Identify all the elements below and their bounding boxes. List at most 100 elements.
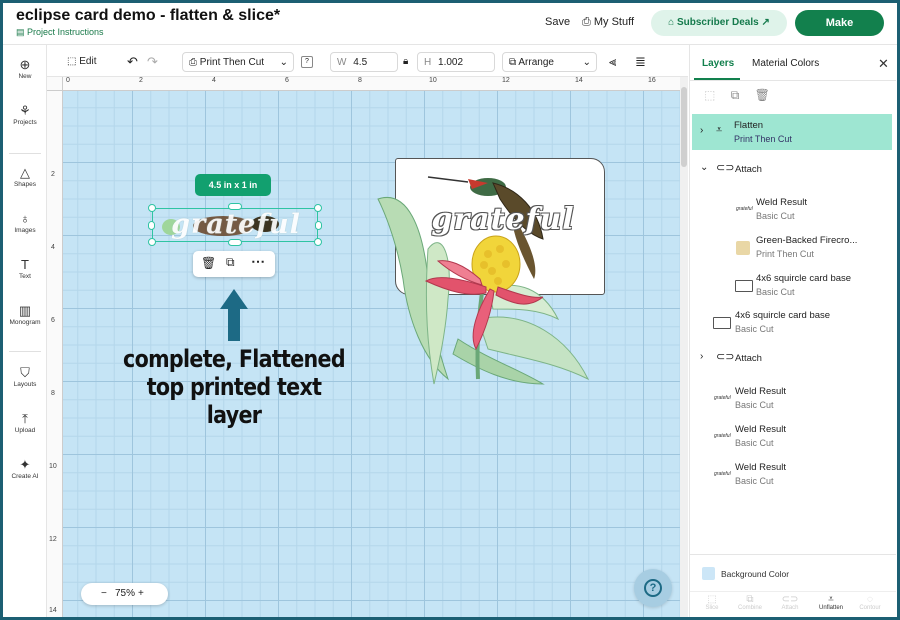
arrange-select[interactable]: ⧉ Arrange ⌄ xyxy=(502,52,597,72)
scrollbar-thumb[interactable] xyxy=(681,87,687,167)
height-field[interactable]: H 1.002 xyxy=(417,52,495,72)
rail-upload[interactable]: ⤒ Upload xyxy=(3,411,47,434)
rail-shapes[interactable]: △ Shapes xyxy=(3,165,47,188)
resize-handle[interactable] xyxy=(228,239,242,246)
save-button[interactable]: Save xyxy=(545,16,570,28)
zoom-out-button[interactable]: − xyxy=(101,583,107,605)
layer-row-flatten[interactable]: › ⩡ Flatten Print Then Cut xyxy=(692,114,892,150)
layer-row-attach[interactable]: ⌄ ⊂⊃ Attach xyxy=(690,155,896,183)
more-options-icon[interactable]: ⋯ xyxy=(251,253,265,270)
rail-new[interactable]: ⊕ New xyxy=(3,57,47,80)
resize-handle[interactable] xyxy=(228,203,242,210)
layer-row-card-base[interactable]: 4x6 squircle card base Basic Cut xyxy=(690,269,896,305)
layer-row-weld-result[interactable]: grateful Weld Result Basic Cut xyxy=(690,382,896,418)
duplicate-icon[interactable]: ⧉ xyxy=(731,88,740,102)
edit-button[interactable]: ⬚ Edit xyxy=(67,52,96,72)
flip-icon[interactable]: ⫷ xyxy=(609,52,616,72)
selected-text-layer[interactable]: grateful xyxy=(152,208,318,242)
close-icon[interactable]: ✕ xyxy=(878,56,889,72)
layer-type: Basic Cut xyxy=(756,287,795,297)
weld-thumbnail: grateful xyxy=(714,433,731,439)
chevron-down-icon[interactable]: ⌄ xyxy=(700,162,708,173)
rail-layouts[interactable]: ⛉ Layouts xyxy=(3,365,47,388)
subscriber-deals-button[interactable]: ⌂ Subscriber Deals ↗ xyxy=(651,10,787,36)
rail-shapes-label: Shapes xyxy=(13,181,37,188)
ruler-label: 14 xyxy=(49,607,57,614)
selected-text: grateful xyxy=(171,209,301,240)
width-label: W xyxy=(337,57,347,68)
rail-monogram[interactable]: ▥ Monogram xyxy=(3,303,47,326)
resize-handle[interactable] xyxy=(148,221,155,230)
slice-button[interactable]: ⬚ Slice xyxy=(692,594,732,611)
zoom-control: − 75% + xyxy=(81,583,168,605)
rail-text[interactable]: T Text xyxy=(3,257,47,280)
rail-text-label: Text xyxy=(19,273,31,280)
ruler-label: 14 xyxy=(575,77,583,84)
zoom-in-button[interactable]: + xyxy=(138,583,144,605)
resize-handle[interactable] xyxy=(314,204,322,212)
ruler-label: 8 xyxy=(51,390,55,397)
canvas-scrollbar[interactable] xyxy=(680,77,688,617)
vertical-ruler: 2 4 6 8 10 12 14 xyxy=(47,91,63,617)
layer-row-hummingbird[interactable]: Green-Backed Firecro... Print Then Cut xyxy=(690,231,896,267)
combine-button[interactable]: ⧉ Combine xyxy=(730,594,770,611)
shapes-icon: △ xyxy=(20,165,30,180)
card-text[interactable]: grateful xyxy=(418,203,588,237)
help-fab[interactable]: ? xyxy=(634,569,672,607)
layer-name: Attach xyxy=(735,353,762,364)
tab-layers[interactable]: Layers xyxy=(702,58,734,69)
subscriber-deals-label: Subscriber Deals ↗ xyxy=(676,17,770,28)
weld-thumbnail: grateful xyxy=(736,206,753,212)
tab-material-colors[interactable]: Material Colors xyxy=(752,58,819,69)
attach-button[interactable]: ⊂⊃ Attach xyxy=(770,594,810,611)
rail-projects[interactable]: ⚘ Projects xyxy=(3,103,47,126)
rail-layouts-label: Layouts xyxy=(13,381,37,388)
my-stuff-button[interactable]: ⎙ My Stuff xyxy=(582,16,634,29)
chevron-down-icon: ⌄ xyxy=(279,57,288,68)
layer-name: Attach xyxy=(735,164,762,175)
help-button[interactable]: ? xyxy=(301,56,313,68)
layer-name: 4x6 squircle card base xyxy=(756,273,852,284)
resize-handle[interactable] xyxy=(315,221,322,230)
duplicate-icon[interactable]: ⧉ xyxy=(226,255,235,270)
my-stuff-label: My Stuff xyxy=(593,16,635,28)
document-icon: ▤ xyxy=(16,27,25,37)
layer-row-weld-result[interactable]: grateful Weld Result Basic Cut xyxy=(690,193,896,229)
project-instructions-link[interactable]: ▤ Project Instructions xyxy=(16,27,104,38)
rail-images[interactable]: ♁ Images xyxy=(3,211,47,234)
trash-icon[interactable]: 🗑︎ xyxy=(201,256,216,270)
panel-divider xyxy=(690,80,896,81)
layer-type: Print Then Cut xyxy=(734,134,792,144)
ruler-label: 12 xyxy=(502,77,510,84)
rail-new-label: New xyxy=(18,73,32,80)
width-value: 4.5 xyxy=(353,57,368,68)
edit-label: Edit xyxy=(79,56,97,67)
resize-handle[interactable] xyxy=(148,204,156,212)
unflatten-button[interactable]: ⩡ Unflatten xyxy=(811,594,851,611)
resize-handle[interactable] xyxy=(148,238,156,246)
ungroup-icon[interactable]: ⬚ xyxy=(704,88,715,102)
layer-row-weld-result[interactable]: grateful Weld Result Basic Cut xyxy=(690,420,896,456)
rail-create-ai[interactable]: ✦ Create AI xyxy=(3,457,47,480)
layer-row-attach[interactable]: › ⊂⊃ Attach xyxy=(690,344,896,372)
project-instructions-label: Project Instructions xyxy=(27,27,104,37)
unflatten-label: Unflatten xyxy=(818,605,843,611)
make-button[interactable]: Make xyxy=(795,10,884,36)
card-thumbnail xyxy=(735,280,753,292)
layer-row-card-base[interactable]: 4x6 squircle card base Basic Cut xyxy=(690,306,896,342)
resize-handle[interactable] xyxy=(314,238,322,246)
align-icon[interactable]: ≣ xyxy=(635,52,646,72)
undo-icon[interactable]: ↶ xyxy=(127,52,138,72)
redo-icon[interactable]: ↷ xyxy=(147,52,158,72)
lock-icon[interactable]: 🔒︎ xyxy=(403,52,408,72)
trash-icon[interactable]: 🗑︎ xyxy=(755,88,770,102)
unflatten-icon: ⩡ xyxy=(828,594,834,605)
text-icon: T xyxy=(21,257,29,272)
layer-row-weld-result[interactable]: grateful Weld Result Basic Cut xyxy=(690,458,896,494)
design-canvas[interactable]: 4.5 in x 1 in grateful 🗑︎ ⧉ ⋯ complete, … xyxy=(63,91,680,617)
operation-select[interactable]: ⎙ Print Then Cut ⌄ xyxy=(182,52,294,72)
contour-button[interactable]: ◌ Contour xyxy=(850,594,890,611)
chevron-right-icon[interactable]: › xyxy=(700,125,703,136)
chevron-right-icon[interactable]: › xyxy=(700,351,703,362)
width-field[interactable]: W 4.5 xyxy=(330,52,398,72)
